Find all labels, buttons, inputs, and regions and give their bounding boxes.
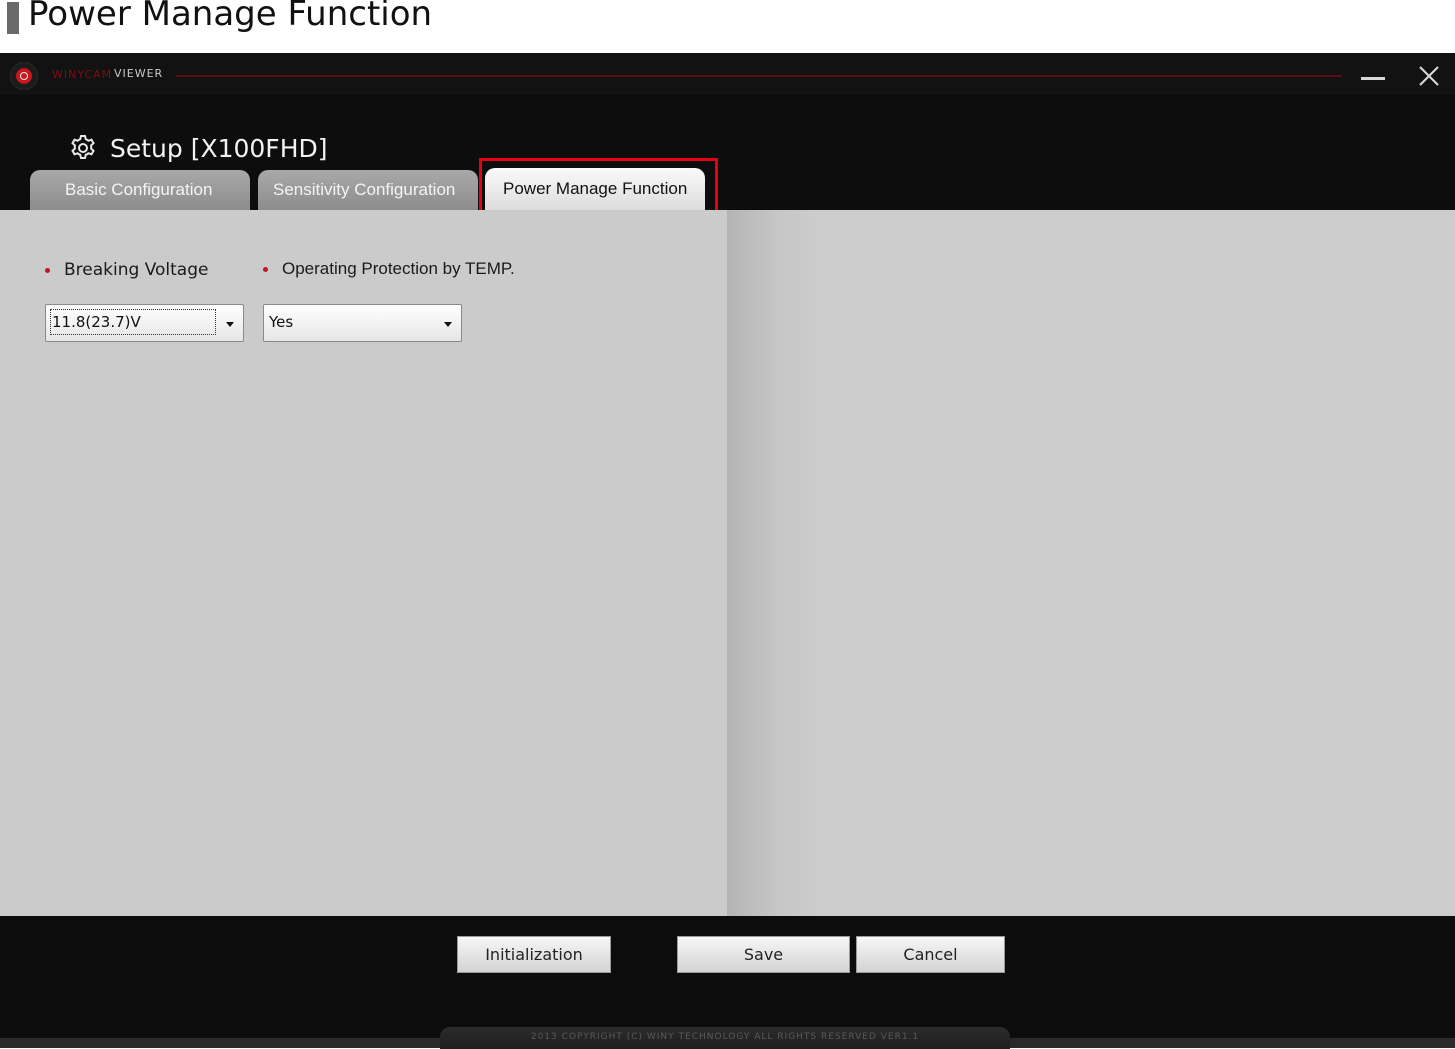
close-button[interactable] — [1414, 61, 1444, 91]
minimize-button[interactable] — [1358, 63, 1388, 89]
heading-bar — [7, 2, 19, 34]
copyright-text: 2013 COPYRIGHT (C) WINY TECHNOLOGY ALL R… — [530, 1032, 920, 1042]
settings-panel: Breaking Voltage Operating Protection by… — [0, 210, 727, 916]
bullet-icon — [263, 266, 268, 272]
dropdown-arrow-icon — [444, 322, 452, 327]
app-brand: WINYCAM — [52, 68, 113, 81]
titlebar: WINYCAM VIEWER — [0, 53, 1455, 95]
close-icon — [1419, 66, 1439, 86]
app-window: WINYCAM VIEWER Setup [X100FHD] Basic Con… — [0, 53, 1455, 1049]
setup-title-text: Setup [X100FHD] — [110, 133, 328, 163]
breaking-voltage-value: 11.8(23.7)V — [52, 313, 141, 331]
bottom-bar: Initialization Save Cancel 2013 COPYRIGH… — [0, 916, 1455, 1049]
operating-protection-value: Yes — [269, 313, 294, 331]
tab-label: Power Manage Function — [503, 179, 688, 198]
initialization-button[interactable]: Initialization — [457, 936, 611, 973]
app-name: VIEWER — [114, 67, 164, 80]
app-logo-icon — [10, 62, 38, 90]
tab-power-manage-function[interactable]: Power Manage Function — [485, 168, 705, 210]
breaking-voltage-label-text: Breaking Voltage — [64, 260, 209, 280]
tab-label: Sensitivity Configuration — [273, 180, 456, 199]
gear-icon — [71, 135, 95, 159]
footer-plate: 2013 COPYRIGHT (C) WINY TECHNOLOGY ALL R… — [440, 1027, 1010, 1049]
breaking-voltage-select[interactable]: 11.8(23.7)V — [45, 304, 244, 342]
operating-protection-select[interactable]: Yes — [263, 304, 462, 342]
document-heading-text: Power Manage Function — [28, 0, 433, 34]
operating-protection-label-text: Operating Protection by TEMP. — [282, 259, 515, 278]
tab-label: Basic Configuration — [65, 180, 213, 199]
empty-panel — [727, 210, 1455, 916]
tab-basic-configuration[interactable]: Basic Configuration — [30, 170, 250, 210]
operating-protection-label: Operating Protection by TEMP. — [263, 259, 515, 279]
document-heading: Power Manage Function — [0, 0, 1455, 53]
cancel-button[interactable]: Cancel — [856, 936, 1005, 973]
tab-sensitivity-configuration[interactable]: Sensitivity Configuration — [258, 170, 478, 210]
save-button[interactable]: Save — [677, 936, 850, 973]
titlebar-divider — [176, 75, 1342, 77]
breaking-voltage-label: Breaking Voltage — [45, 260, 208, 280]
bullet-icon — [45, 267, 50, 273]
dropdown-arrow-icon — [226, 322, 234, 327]
setup-title: Setup [X100FHD] — [68, 131, 328, 165]
